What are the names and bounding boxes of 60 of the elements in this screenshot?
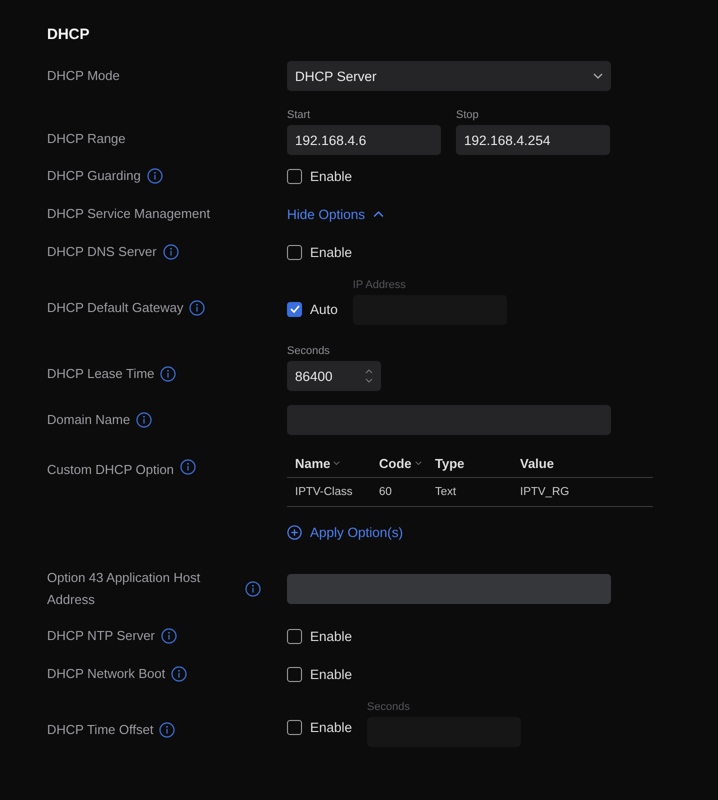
table-cell-text: IPTV-Class (295, 486, 354, 498)
field-label: Custom DHCP Option (47, 461, 174, 479)
field-label: DHCP Service Management (47, 205, 210, 223)
table-cell-text: Text (435, 486, 458, 498)
checkbox[interactable] (287, 244, 302, 260)
field-caption: Start (287, 109, 312, 121)
chevron-down-icon (593, 73, 603, 79)
field-label: DHCP Mode (47, 67, 120, 85)
checkbox-label: Enable (310, 168, 352, 184)
info-icon[interactable] (180, 459, 196, 475)
checkbox[interactable] (287, 666, 302, 682)
checkbox-label: Enable (310, 720, 352, 735)
field-caption: Stop (456, 109, 480, 121)
field-label: DHCP Time Offset (47, 721, 154, 739)
field-caption: Seconds (367, 701, 411, 713)
field-caption: IP Address (352, 279, 407, 291)
input-field[interactable]: 192.168.4.254 (456, 125, 610, 155)
field-label: Domain Name (47, 411, 130, 429)
field-caption: Seconds (287, 345, 331, 357)
column-header[interactable]: Name (295, 456, 379, 470)
sort-icon (333, 460, 340, 466)
input-field[interactable]: 192.168.4.6 (287, 125, 441, 155)
field-label: DHCP DNS Server (47, 243, 157, 261)
input-field[interactable] (287, 574, 611, 604)
checkbox[interactable] (287, 628, 302, 644)
stepper-icon (365, 368, 373, 384)
info-icon[interactable] (171, 666, 188, 682)
select-field[interactable]: DHCP Server (287, 61, 611, 91)
toggle-options-link[interactable]: Hide Options (287, 206, 627, 222)
info-icon[interactable] (245, 581, 261, 597)
number-field[interactable]: 86400 (287, 361, 381, 391)
info-icon[interactable] (146, 168, 163, 184)
sort-icon (414, 460, 422, 466)
check-icon (290, 305, 300, 313)
table-cell-text: 60 (379, 486, 393, 498)
checkbox-label: Enable (310, 628, 352, 644)
column-header: Type (435, 456, 466, 470)
field-label: DHCP Default Gateway (47, 299, 184, 317)
table-cell-text: IPTV_RG (520, 486, 570, 498)
field-label: DHCP Lease Time (47, 365, 154, 383)
field-label: DHCP Network Boot (47, 665, 166, 683)
apply-options-link[interactable]: Apply Option(s) (287, 525, 404, 540)
column-header[interactable]: Code (379, 456, 435, 470)
column-header: Value (520, 456, 555, 470)
plus-circle-icon (287, 525, 302, 540)
info-icon[interactable] (160, 366, 176, 382)
checkbox-label: Enable (310, 666, 352, 682)
chevron-up-icon (373, 210, 384, 218)
section-title: DHCP (47, 26, 91, 43)
info-icon[interactable] (136, 412, 152, 428)
input-field[interactable] (287, 405, 611, 435)
field-label: DHCP NTP Server (47, 627, 155, 645)
info-icon[interactable] (162, 244, 179, 260)
field-label: DHCP Guarding (47, 167, 141, 185)
checkbox[interactable] (287, 168, 302, 184)
info-icon[interactable] (160, 628, 177, 644)
field-label: Option 43 Application Host Address (47, 569, 202, 609)
field-label: DHCP Range (47, 130, 126, 148)
checkbox-label: Enable (310, 244, 352, 260)
checkbox-label: Auto (310, 302, 338, 316)
